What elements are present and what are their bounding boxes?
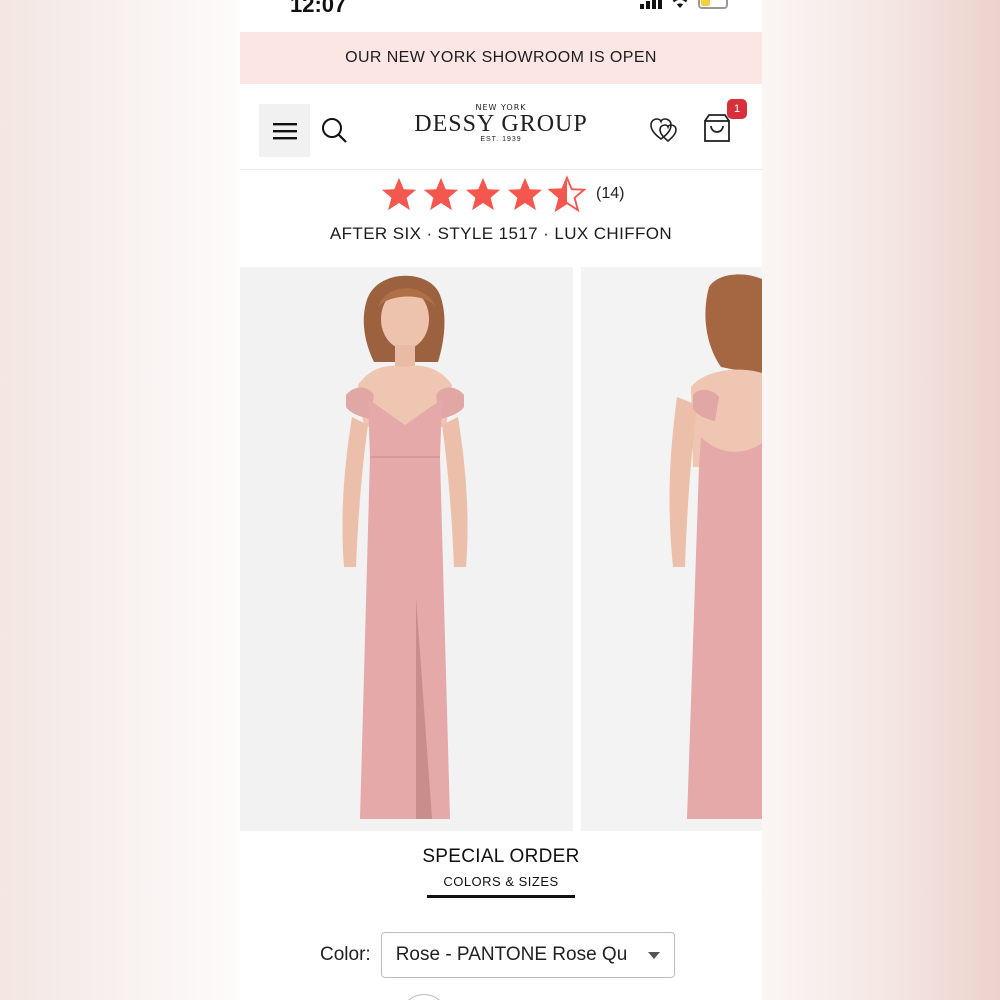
star-icon-full	[423, 177, 459, 211]
rating-summary[interactable]: (14)	[380, 175, 624, 213]
cellular-signal-icon	[640, 0, 662, 9]
tab-colors-sizes[interactable]: COLORS & SIZES	[427, 874, 575, 898]
chevron-down-icon	[647, 951, 660, 959]
product-image-back[interactable]	[581, 267, 762, 831]
star-icon-full	[465, 177, 501, 211]
search-icon	[322, 118, 347, 143]
promo-banner[interactable]: OUR NEW YORK SHOWROOM IS OPEN	[240, 32, 762, 84]
wifi-icon	[672, 0, 688, 8]
status-icons	[640, 0, 728, 9]
color-selector-row: Color: Rose - PANTONE Rose Quartz	[320, 932, 675, 978]
logo-est-text: EST. 1939	[480, 136, 522, 143]
star-icon-half	[548, 175, 586, 213]
background-left	[0, 0, 240, 1000]
battery-icon	[698, 0, 728, 9]
brand-logo[interactable]: NEW YORK DESSY GROUP EST. 1939	[410, 103, 592, 143]
star-icon-full	[381, 177, 417, 211]
color-label: Color:	[320, 944, 371, 965]
star-icon-full	[507, 177, 543, 211]
status-time: 12:07	[290, 0, 347, 17]
menu-button[interactable]	[259, 104, 310, 157]
product-gallery[interactable]	[240, 267, 762, 831]
status-bar: 12:07	[240, 0, 762, 30]
order-tabs: SPECIAL ORDER COLORS & SIZES	[240, 846, 762, 898]
site-header: NEW YORK DESSY GROUP EST. 1939 1	[240, 85, 762, 170]
product-image-front[interactable]	[240, 267, 573, 831]
special-order-title: SPECIAL ORDER	[422, 846, 580, 867]
review-count[interactable]: (14)	[596, 185, 624, 203]
cart-count-badge: 1	[727, 99, 747, 119]
wishlist-hearts-icon	[650, 118, 677, 143]
wishlist-button[interactable]	[650, 117, 680, 143]
phone-screen: 12:07 OUR NEW YORK SHOWROOM IS OPEN NEW …	[240, 0, 762, 1000]
background-right	[760, 0, 1000, 1000]
logo-main-text: DESSY GROUP	[414, 111, 588, 137]
promo-banner-text: OUR NEW YORK SHOWROOM IS OPEN	[345, 49, 657, 66]
color-dropdown-value: Rose - PANTONE Rose Quartz	[395, 944, 628, 965]
menu-icon	[272, 122, 297, 139]
search-button[interactable]	[320, 116, 350, 146]
color-dropdown[interactable]: Rose - PANTONE Rose Quartz	[380, 932, 675, 978]
product-title: AFTER SIX · STYLE 1517 · LUX CHIFFON	[329, 224, 673, 243]
color-swatch[interactable]	[400, 994, 448, 1000]
